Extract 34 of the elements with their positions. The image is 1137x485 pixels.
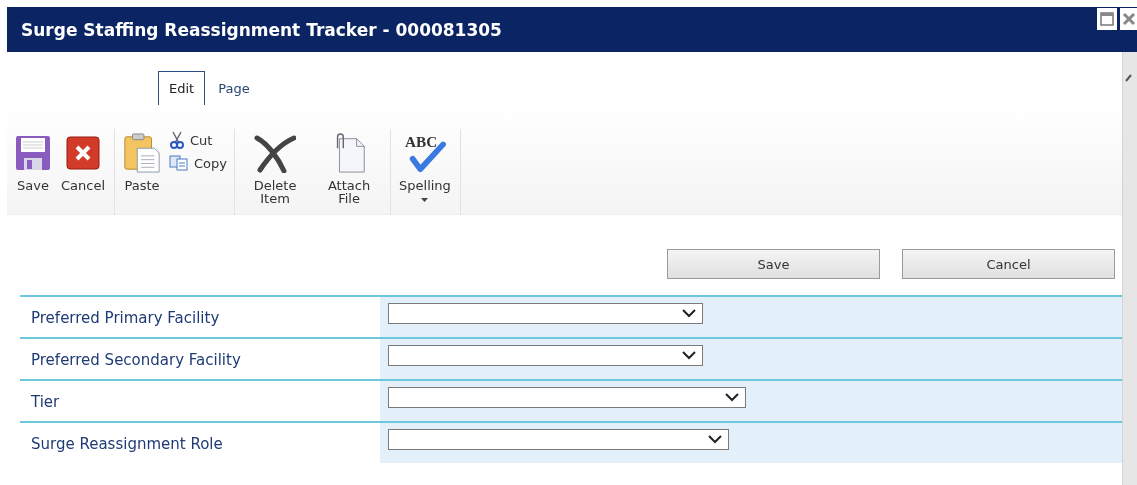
ribbon-button[interactable]: Attach File xyxy=(315,129,384,205)
form-button[interactable]: Save xyxy=(667,249,880,279)
form-button[interactable]: Cancel xyxy=(902,249,1115,279)
ribbon-button[interactable]: Paste xyxy=(121,129,164,192)
scrollbar[interactable] xyxy=(1122,52,1137,485)
field-label: Preferred Primary Facility xyxy=(30,308,221,329)
scissors-icon xyxy=(169,131,186,149)
dropdown-field[interactable] xyxy=(388,303,703,324)
chevron-down-icon xyxy=(682,351,696,360)
copy-icon xyxy=(169,155,190,171)
scroll-up-icon xyxy=(1125,74,1135,82)
ribbon-tab[interactable]: Edit xyxy=(158,71,206,105)
ribbon-button[interactable]: Delete Item xyxy=(241,129,310,205)
dropdown-field[interactable] xyxy=(388,429,729,450)
chevron-down-icon xyxy=(708,435,722,444)
clipboard-icon xyxy=(123,133,162,173)
ribbon-button[interactable]: ABC Spelling xyxy=(397,129,453,202)
field-label: Surge Reassignment Role xyxy=(30,434,224,455)
x-mark-icon xyxy=(254,133,297,173)
ribbon-button[interactable]: Cut xyxy=(169,131,228,149)
dropdown-field[interactable] xyxy=(388,345,703,366)
ribbon-tab[interactable]: Page xyxy=(207,71,261,105)
ribbon-button[interactable]: Save xyxy=(13,129,53,192)
chevron-down-icon xyxy=(682,309,696,318)
restore-icon[interactable] xyxy=(1097,8,1117,30)
dropdown-field[interactable] xyxy=(388,387,746,408)
cancel-icon xyxy=(66,133,100,173)
chevron-down-icon xyxy=(725,393,739,402)
close-icon[interactable] xyxy=(1120,8,1137,30)
field-label: Tier xyxy=(30,392,61,413)
ribbon-button[interactable]: Copy xyxy=(169,155,228,171)
window-title: Surge Staffing Reassignment Tracker - 000081305 xyxy=(21,19,502,40)
ribbon-button[interactable]: Cancel xyxy=(59,129,108,192)
field-label: Preferred Secondary Facility xyxy=(30,350,242,371)
